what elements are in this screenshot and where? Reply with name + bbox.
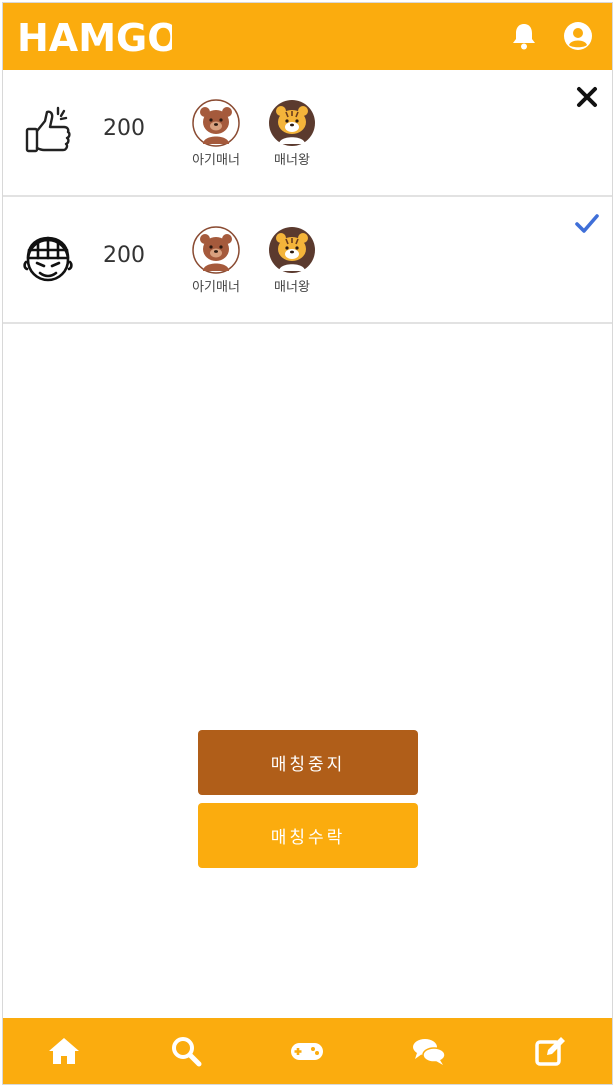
badge-label: 아기매너: [192, 280, 240, 295]
match-score: 200: [103, 116, 145, 141]
badge-label: 아기매너: [192, 153, 240, 168]
match-row[interactable]: 200 아기매너 매너왕: [3, 197, 612, 324]
badge-bear: 아기매너: [185, 98, 247, 168]
badge-label: 매너왕: [274, 153, 310, 168]
stop-matching-button[interactable]: 매칭중지: [198, 730, 418, 795]
bottom-nav: [3, 1018, 612, 1084]
thumbs-up-icon: [25, 106, 71, 153]
gamepad-icon[interactable]: [289, 1034, 325, 1068]
accept-matching-button[interactable]: 매칭수락: [198, 803, 418, 868]
header: HAMGO: [3, 3, 612, 70]
match-row[interactable]: 200 아기매너 매너왕: [3, 70, 612, 197]
app-logo[interactable]: HAMGO: [17, 14, 172, 58]
badge-bear: 아기매너: [185, 225, 247, 295]
svg-text:HAMGO: HAMGO: [17, 16, 172, 58]
badge-tiger: 매너왕: [261, 225, 323, 295]
helmet-face-icon: [23, 236, 73, 282]
bear-avatar-icon: [192, 226, 240, 274]
close-icon[interactable]: [574, 84, 600, 110]
app-frame: HAMGO 200 아기매너 매너왕 200 아기매너 매너왕 매칭중지 매칭수…: [2, 2, 613, 1085]
bear-avatar-icon: [192, 99, 240, 147]
home-icon[interactable]: [46, 1034, 82, 1068]
check-icon[interactable]: [574, 211, 600, 237]
tiger-avatar-icon: [269, 227, 315, 273]
tiger-avatar-icon: [269, 100, 315, 146]
match-list: 200 아기매너 매너왕 200 아기매너 매너왕: [3, 70, 612, 324]
user-circle-icon[interactable]: [563, 21, 593, 51]
match-score: 200: [103, 243, 145, 268]
badge-tiger: 매너왕: [261, 98, 323, 168]
badge-label: 매너왕: [274, 280, 310, 295]
edit-icon[interactable]: [533, 1034, 569, 1068]
bell-icon[interactable]: [509, 21, 539, 51]
chat-icon[interactable]: [411, 1034, 447, 1068]
search-icon[interactable]: [168, 1034, 204, 1068]
